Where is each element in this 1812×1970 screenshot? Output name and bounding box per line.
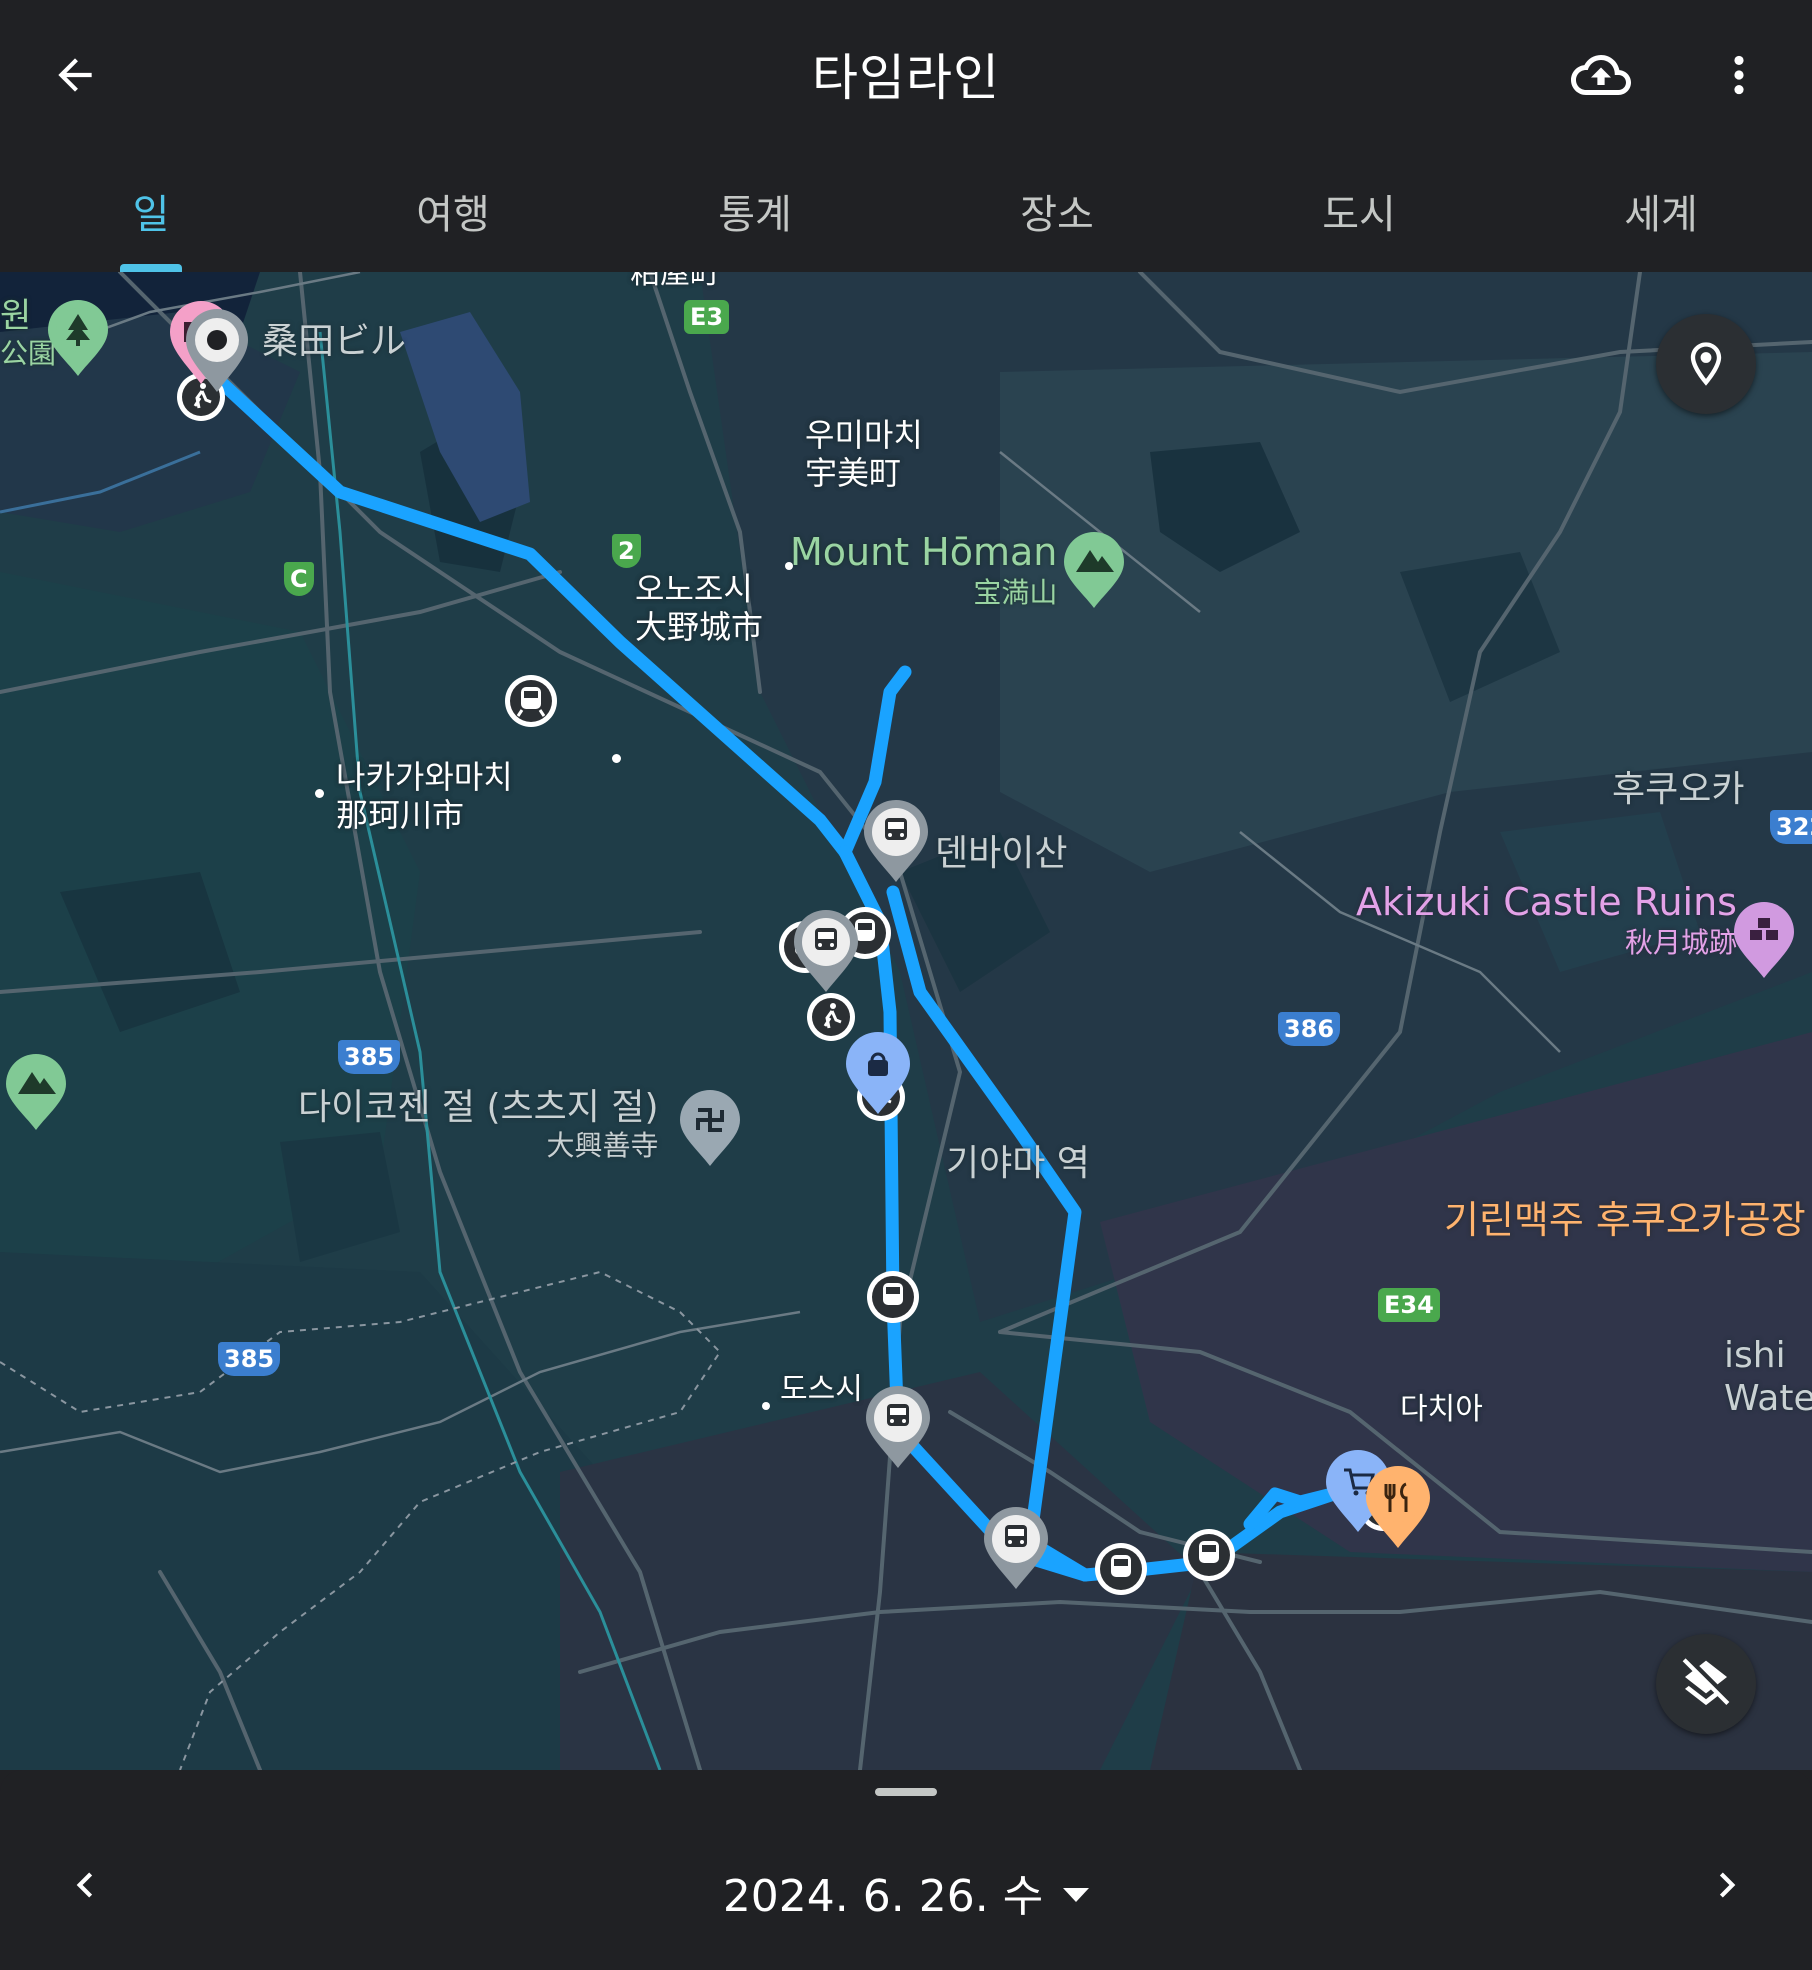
timeline-map[interactable]: 粕屋町 원 公園 桑田ビル 우미마치 宇美町 Mount Hōman 宝満山 오노조시… <box>0 272 1812 1770</box>
map-label-right-cut-1: ishi <box>1724 1335 1786 1376</box>
tab-stats-label: 통계 <box>718 192 792 238</box>
map-label-kuwata-building: 桑田ビル <box>262 321 407 362</box>
mountain-icon[interactable] <box>4 1054 68 1132</box>
transit-station-icon[interactable] <box>862 1384 934 1470</box>
map-label-onojo-ko: 오노조시 <box>635 570 753 608</box>
map-dot-tosu <box>762 1402 770 1410</box>
tab-day-label: 일 <box>132 192 170 238</box>
cloud-upload-button[interactable] <box>1556 30 1646 120</box>
map-label-umi-ja: 宇美町 <box>805 454 902 493</box>
mountain-icon[interactable] <box>1062 532 1126 610</box>
map-label-dachiarai: 다치아 <box>1400 1392 1483 1427</box>
train-icon[interactable] <box>858 1262 928 1332</box>
map-label-onojo: 오노조시 大野城市 <box>635 570 763 647</box>
map-dot-onojo <box>612 754 621 763</box>
next-day-button[interactable] <box>1682 1840 1772 1930</box>
date-sheet: 2024. 6. 26. 수 <box>0 1770 1812 1970</box>
map-label-akizuki: Akizuki Castle Ruins 秋月城跡 <box>1356 880 1737 959</box>
map-label-daikozen-ko: 다이코젠 절 (츠츠지 절) <box>298 1087 659 1128</box>
tab-bar: 일 여행 통계 장소 도시 세계 <box>0 150 1812 272</box>
sheet-drag-handle[interactable] <box>875 1788 937 1796</box>
tab-stats[interactable]: 통계 <box>604 150 906 272</box>
tab-cities[interactable]: 도시 <box>1208 150 1510 272</box>
road-shield-386: 386 <box>1278 1012 1341 1046</box>
tab-world-label: 세계 <box>1624 192 1698 238</box>
tab-trips-label: 여행 <box>416 192 490 238</box>
road-shield-385-a: 385 <box>338 1040 401 1074</box>
train-icon[interactable] <box>1086 1534 1156 1604</box>
map-label-nakagawa-ja: 那珂川市 <box>336 796 465 835</box>
map-dot-nakagawa <box>315 789 324 798</box>
map-label-akizuki-en: Akizuki Castle Ruins <box>1356 880 1737 924</box>
map-label-akizuki-ja: 秋月城跡 <box>1624 925 1737 959</box>
cloud-upload-icon <box>1571 55 1631 95</box>
tab-day[interactable]: 일 <box>0 150 302 272</box>
temple-icon[interactable] <box>678 1090 742 1168</box>
active-tab-indicator <box>120 264 182 272</box>
restaurant-icon[interactable] <box>1362 1464 1434 1550</box>
map-label-park-cut-ko: 원 <box>0 296 32 336</box>
map-label-kasuya: 粕屋町 <box>630 272 720 291</box>
map-label-mount-homan: Mount Hōman 宝満山 <box>790 530 1057 609</box>
date-selector[interactable]: 2024. 6. 26. 수 <box>0 1860 1812 1924</box>
castle-icon[interactable] <box>1732 902 1796 980</box>
tab-places-label: 장소 <box>1020 192 1094 238</box>
location-pin-icon <box>1690 342 1722 386</box>
map-label-right-cut: ishi Wate <box>1724 1334 1812 1420</box>
transit-station-icon[interactable] <box>860 798 932 884</box>
road-shield-e3: E3 <box>684 300 730 334</box>
map-label-tosu: 도스시 <box>780 1372 863 1407</box>
map-label-mount-homan-en: Mount Hōman <box>790 530 1058 574</box>
road-shield-c: C <box>284 562 314 596</box>
map-dot-umi <box>785 562 793 570</box>
map-label-umi: 우미마치 宇美町 <box>805 416 923 493</box>
road-shield-385-b: 385 <box>218 1342 281 1376</box>
map-label-fukuoka: 후쿠오카 <box>1612 769 1745 810</box>
dropdown-arrow-icon <box>1063 1888 1090 1902</box>
map-label-nakagawa: 나카가와마치 那珂川市 <box>336 758 513 835</box>
map-label-right-cut-2: Wate <box>1724 1378 1812 1420</box>
map-label-kiyama-station: 기야마 역 <box>946 1143 1090 1184</box>
selected-date: 2024. 6. 26. 수 <box>722 1871 1044 1922</box>
map-label-mount-homan-ja: 宝満山 <box>973 575 1058 609</box>
page-title: 타임라인 <box>812 49 1000 107</box>
chevron-right-icon <box>1719 1872 1736 1898</box>
app-bar: 타임라인 <box>0 0 1812 150</box>
map-label-umi-ko: 우미마치 <box>805 416 923 454</box>
map-label-tenpai: 덴바이산 <box>935 833 1068 874</box>
more-vert-icon <box>1734 55 1744 95</box>
train-icon[interactable] <box>496 666 566 736</box>
map-label-daikozen: 다이코젠 절 (츠츠지 절) 大興善寺 <box>298 1086 659 1163</box>
map-label-kirin-brewery: 기린맥주 후쿠오카공장 <box>1444 1198 1806 1242</box>
visited-place-icon[interactable] <box>182 308 252 394</box>
map-label-nakagawa-ko: 나카가와마치 <box>336 758 513 796</box>
tree-icon[interactable] <box>46 300 110 378</box>
road-shield-e34: E34 <box>1378 1288 1440 1322</box>
tab-trips[interactable]: 여행 <box>302 150 604 272</box>
transit-station-icon[interactable] <box>980 1505 1052 1591</box>
tab-cities-label: 도시 <box>1322 192 1396 238</box>
tab-places[interactable]: 장소 <box>906 150 1208 272</box>
road-shield-2: 2 <box>612 534 641 568</box>
shopping-bag-icon[interactable] <box>842 1030 914 1116</box>
tab-world[interactable]: 세계 <box>1510 150 1812 272</box>
layers-off-icon <box>1682 1658 1730 1706</box>
more-options-button[interactable] <box>1694 30 1784 120</box>
map-label-onojo-ja: 大野城市 <box>635 608 764 647</box>
train-icon[interactable] <box>1174 1520 1244 1590</box>
my-location-button[interactable] <box>1656 314 1756 414</box>
map-canvas <box>0 272 1812 1770</box>
road-shield-322: 322 <box>1770 810 1812 844</box>
layers-toggle-button[interactable] <box>1656 1634 1756 1734</box>
map-label-daikozen-ja: 大興善寺 <box>546 1129 659 1163</box>
